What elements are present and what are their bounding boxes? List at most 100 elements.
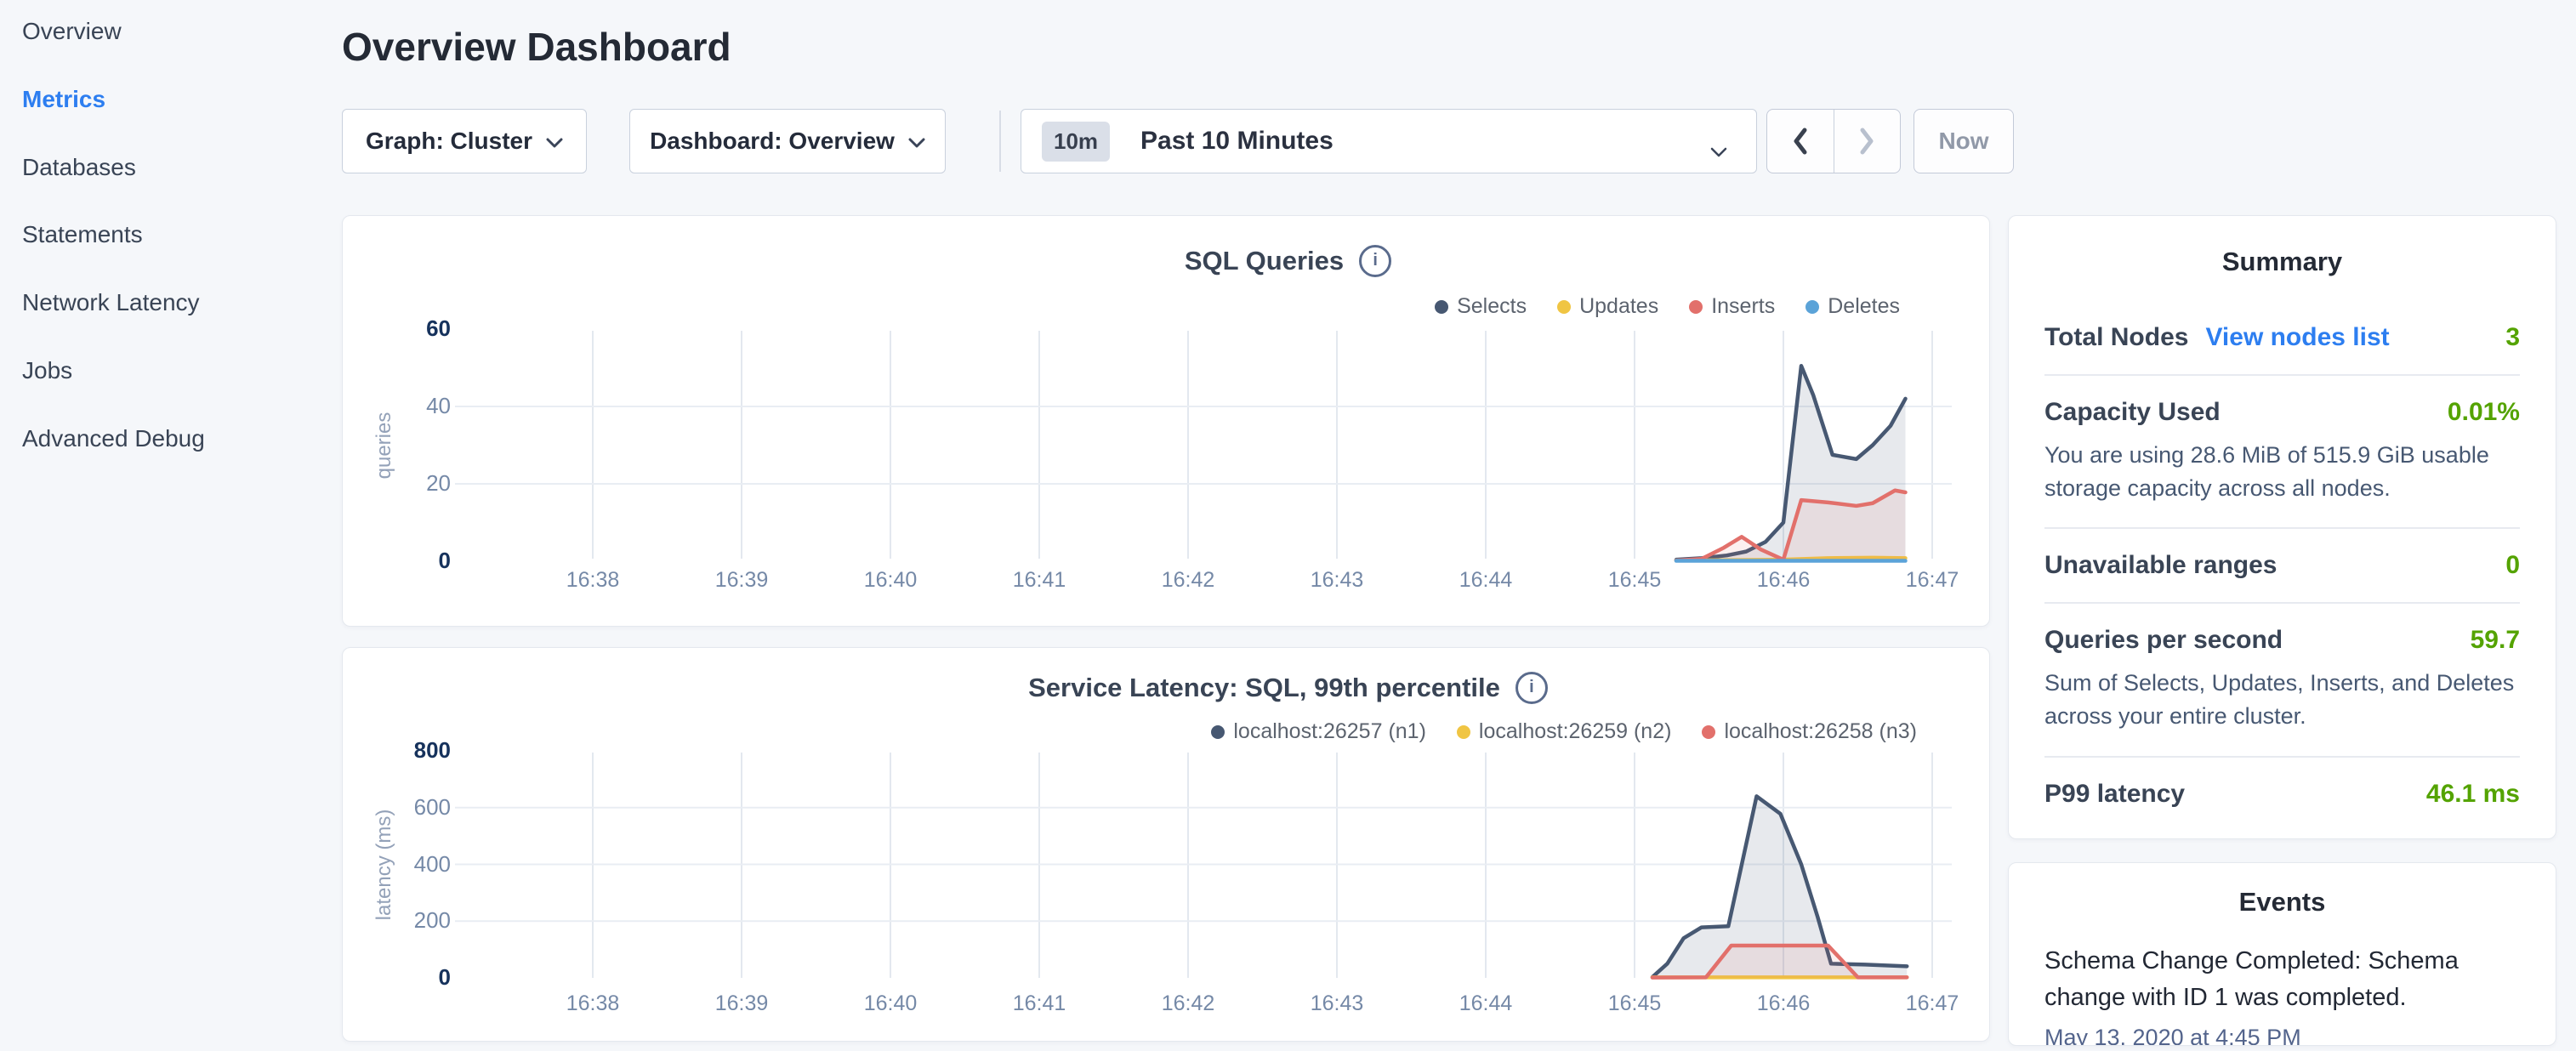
legend-item[interactable]: Updates — [1557, 294, 1658, 319]
summary-row-label: Total Nodes — [2044, 323, 2188, 352]
prev-time-button[interactable] — [1767, 110, 1834, 173]
sidebar-item-jobs[interactable]: Jobs — [22, 357, 72, 384]
legend-label: Deletes — [1828, 294, 1900, 319]
summary-row-value: 3 — [2505, 323, 2520, 352]
summary-row-main: Total Nodes View nodes list 3 — [2044, 323, 2520, 352]
x-tick-label: 16:39 — [715, 991, 769, 1016]
x-tick-label: 16:38 — [566, 991, 620, 1016]
graph-dropdown-label: Graph: Cluster — [366, 128, 532, 155]
x-tick-label: 16:44 — [1459, 991, 1513, 1016]
dashboard-dropdown-label: Dashboard: Overview — [650, 128, 895, 155]
time-range-label: Past 10 Minutes — [1140, 127, 1333, 156]
page-title: Overview Dashboard — [342, 24, 731, 70]
controls-divider — [999, 111, 1001, 172]
y-tick-label: 0 — [340, 964, 451, 991]
summary-row: P99 latency 46.1 ms — [2044, 756, 2520, 831]
view-nodes-link[interactable]: View nodes list — [2205, 323, 2389, 352]
y-axis-label: queries — [372, 412, 396, 479]
legend-label: Updates — [1579, 294, 1658, 319]
legend-item[interactable]: localhost:26257 (n1) — [1211, 719, 1426, 744]
legend-dot-icon — [1702, 725, 1715, 739]
y-axis-label: latency (ms) — [372, 809, 396, 920]
event-item[interactable]: Schema Change Completed: Schema change w… — [2044, 943, 2520, 1046]
legend-dot-icon — [1457, 725, 1470, 739]
chevron-left-icon — [1790, 127, 1811, 156]
summary-row-label: Queries per second — [2044, 626, 2283, 655]
sidebar-item-overview[interactable]: Overview — [22, 18, 122, 45]
summary-row: Total Nodes View nodes list 3 — [2044, 301, 2520, 374]
y-tick-label: 0 — [340, 548, 451, 574]
time-pager — [1766, 109, 1901, 173]
x-tick-label: 16:42 — [1162, 991, 1215, 1016]
x-tick-label: 16:40 — [864, 991, 918, 1016]
x-tick-label: 16:45 — [1608, 991, 1662, 1016]
sidebar-item-network-latency[interactable]: Network Latency — [22, 289, 200, 316]
time-range-dropdown[interactable]: 10m Past 10 Minutes — [1021, 109, 1757, 173]
legend-dot-icon — [1805, 300, 1819, 314]
legend-dot-icon — [1689, 300, 1703, 314]
x-tick-label: 16:42 — [1162, 568, 1215, 593]
chevron-down-icon — [908, 128, 925, 155]
legend-dot-icon — [1557, 300, 1571, 314]
legend-item[interactable]: Inserts — [1689, 294, 1775, 319]
legend-dot-icon — [1435, 300, 1448, 314]
dashboard-dropdown[interactable]: Dashboard: Overview — [629, 109, 946, 173]
x-tick-label: 16:38 — [566, 568, 620, 593]
events-title: Events — [2044, 863, 2520, 917]
x-tick-label: 16:45 — [1608, 568, 1662, 593]
sidebar-item-metrics[interactable]: Metrics — [22, 86, 105, 113]
summary-row-value: 59.7 — [2471, 626, 2520, 655]
info-icon[interactable]: i — [1359, 245, 1391, 277]
legend-label: localhost:26257 (n1) — [1233, 719, 1426, 744]
legend-label: localhost:26258 (n3) — [1724, 719, 1917, 744]
legend-label: Inserts — [1711, 294, 1775, 319]
summary-row-label: Unavailable ranges — [2044, 551, 2277, 580]
event-message: Schema Change Completed: Schema change w… — [2044, 943, 2470, 1016]
next-time-button[interactable] — [1834, 110, 1901, 173]
info-icon[interactable]: i — [1515, 672, 1548, 704]
x-tick-label: 16:41 — [1013, 568, 1066, 593]
legend-item[interactable]: localhost:26259 (n2) — [1457, 719, 1672, 744]
x-tick-label: 16:47 — [1906, 568, 1959, 593]
summary-row-main: P99 latency 46.1 ms — [2044, 780, 2520, 809]
x-tick-label: 16:46 — [1757, 991, 1811, 1016]
summary-row: Queries per second 59.7 Sum of Selects, Up… — [2044, 602, 2520, 755]
chevron-down-icon — [546, 128, 563, 155]
legend-dot-icon — [1211, 725, 1225, 739]
sql-queries-legend: Selects Updates Inserts Deletes — [1435, 294, 1900, 319]
sidebar-item-advanced-debug[interactable]: Advanced Debug — [22, 425, 205, 452]
sidebar-item-databases[interactable]: Databases — [22, 154, 136, 181]
summary-row-label: Capacity Used — [2044, 398, 2221, 427]
summary-row-value: 0.01% — [2448, 398, 2520, 427]
now-button[interactable]: Now — [1914, 109, 2014, 173]
x-tick-label: 16:46 — [1757, 568, 1811, 593]
events-panel: Events Schema Change Completed: Schema c… — [2008, 862, 2556, 1046]
summary-row: Unavailable ranges 0 — [2044, 527, 2520, 602]
service-latency-legend: localhost:26257 (n1) localhost:26259 (n2)… — [1211, 719, 1917, 744]
time-range-badge: 10m — [1042, 122, 1110, 162]
summary-row-main: Capacity Used 0.01% — [2044, 398, 2520, 427]
legend-item[interactable]: Deletes — [1805, 294, 1900, 319]
graph-dropdown[interactable]: Graph: Cluster — [342, 109, 587, 173]
summary-row-value: 0 — [2505, 551, 2520, 580]
service-latency-chart-card — [342, 647, 1990, 1042]
x-tick-label: 16:43 — [1311, 991, 1364, 1016]
summary-row: Capacity Used 0.01% You are using 28.6 MiB… — [2044, 374, 2520, 527]
chevron-right-icon — [1857, 127, 1877, 156]
x-tick-label: 16:43 — [1311, 568, 1364, 593]
x-tick-label: 16:39 — [715, 568, 769, 593]
summary-panel: Summary Total NodesView nodes list3Capac… — [2008, 215, 2556, 839]
chart-title: SQL Queries — [1185, 246, 1344, 276]
legend-label: localhost:26259 (n2) — [1479, 719, 1672, 744]
legend-item[interactable]: Selects — [1435, 294, 1527, 319]
x-tick-label: 16:44 — [1459, 568, 1513, 593]
summary-row-subtext: Sum of Selects, Updates, Inserts, and De… — [2044, 667, 2520, 733]
x-tick-label: 16:41 — [1013, 991, 1066, 1016]
summary-row-subtext: You are using 28.6 MiB of 515.9 GiB usab… — [2044, 439, 2520, 505]
summary-row-label: P99 latency — [2044, 780, 2185, 809]
event-timestamp: May 13, 2020 at 4:45 PM — [2044, 1025, 2520, 1046]
x-tick-label: 16:47 — [1906, 991, 1959, 1016]
summary-row-value: 46.1 ms — [2426, 780, 2520, 809]
chart-title: Service Latency: SQL, 99th percentile — [1028, 673, 1500, 702]
legend-item[interactable]: localhost:26258 (n3) — [1702, 719, 1917, 744]
